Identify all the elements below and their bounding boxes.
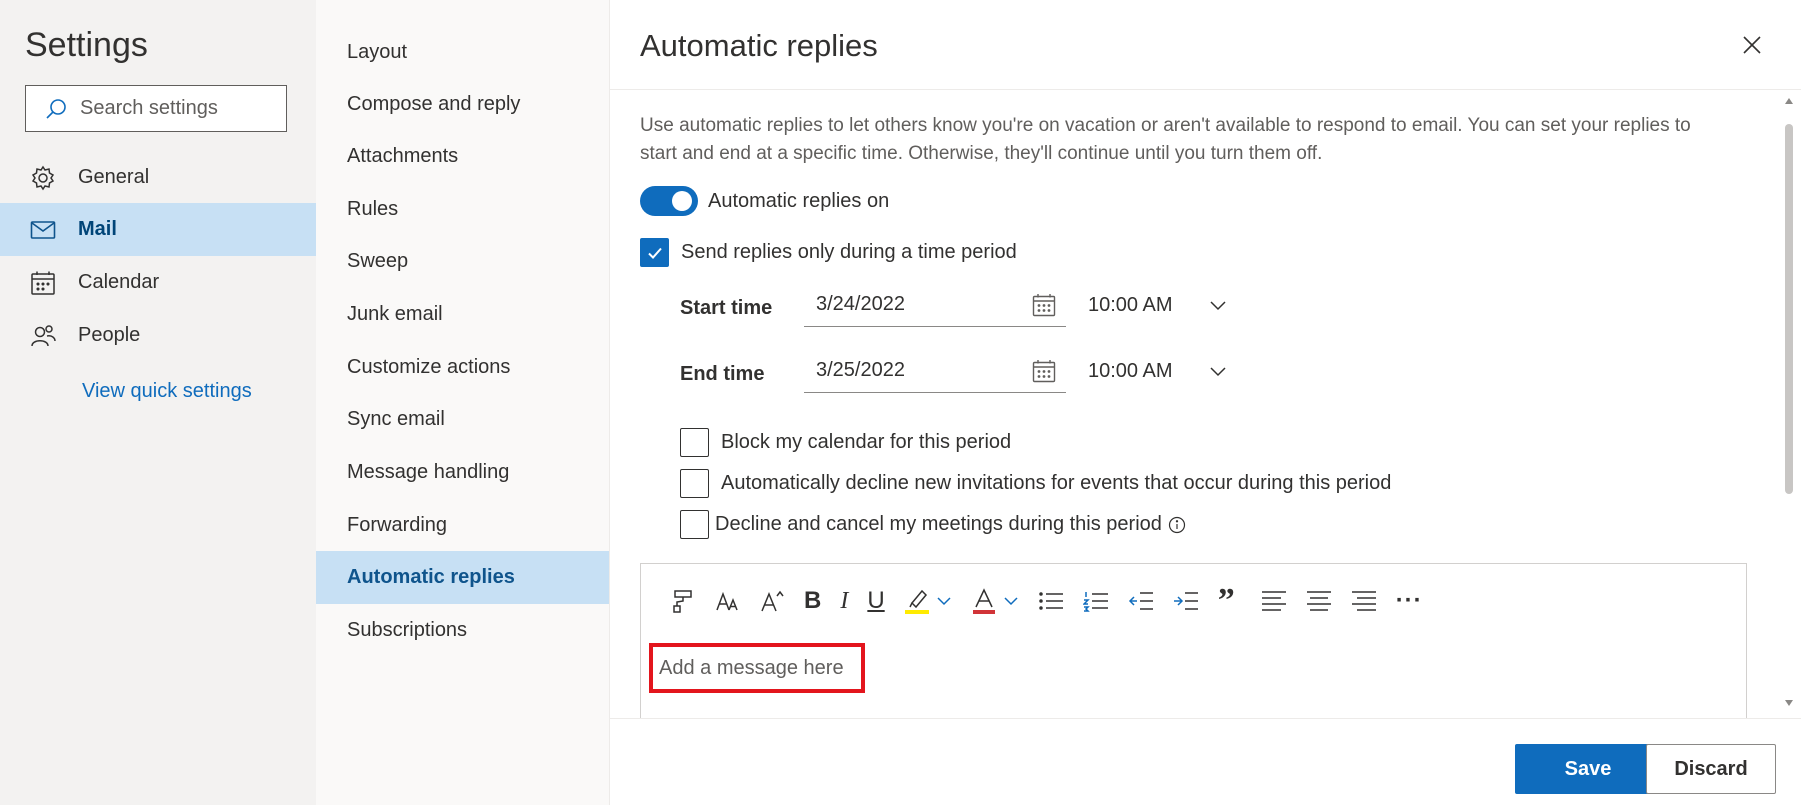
start-time-value: 10:00 AM [1088, 293, 1173, 316]
time-period-row: Send replies only during a time period [640, 238, 1017, 267]
calendar-icon [28, 270, 58, 296]
subnav-sync-email[interactable]: Sync email [316, 393, 609, 446]
nav-calendar-label: Calendar [78, 271, 160, 293]
decline-invitations-checkbox[interactable] [680, 469, 709, 498]
mail-subnav: Layout Compose and reply Attachments Rul… [316, 0, 610, 805]
subnav-subscriptions[interactable]: Subscriptions [316, 604, 609, 657]
quote-icon[interactable]: ” [1218, 582, 1235, 620]
panel-scrollbar[interactable] [1782, 92, 1796, 712]
block-calendar-row: Block my calendar for this period [680, 428, 1011, 457]
end-time-label: End time [680, 363, 765, 385]
panel-footer: Save Discard [610, 718, 1801, 805]
align-left-icon[interactable] [1261, 582, 1287, 620]
subnav-attachments[interactable]: Attachments [316, 130, 609, 183]
subnav-customize-actions[interactable]: Customize actions [316, 341, 609, 394]
message-input[interactable]: Add a message here [649, 643, 865, 693]
calendar-picker-icon[interactable] [1032, 293, 1056, 317]
subnav-rules[interactable]: Rules [316, 183, 609, 236]
font-color-dropdown-icon[interactable] [1003, 582, 1019, 620]
highlight-dropdown-icon[interactable] [936, 582, 952, 620]
gear-icon [28, 165, 58, 191]
align-right-icon[interactable] [1351, 582, 1377, 620]
nav-mail[interactable]: Mail [0, 203, 316, 256]
time-period-label: Send replies only during a time period [681, 241, 1017, 263]
end-date-field[interactable]: 3/25/2022 [804, 349, 1066, 393]
nav-mail-label: Mail [78, 218, 117, 240]
block-calendar-label: Block my calendar for this period [721, 431, 1012, 453]
search-settings-box[interactable] [25, 85, 287, 132]
view-quick-settings-link[interactable]: View quick settings [82, 380, 252, 403]
checkmark-icon [647, 247, 662, 259]
settings-sidebar: Settings General Mail [0, 0, 316, 805]
nav-general[interactable]: General [0, 151, 316, 204]
search-input[interactable] [80, 97, 270, 120]
start-time-dropdown[interactable]: 10:00 AM [1088, 283, 1227, 327]
font-icon[interactable] [714, 582, 740, 620]
decline-invitations-label: Automatically decline new invitations fo… [721, 472, 1392, 494]
scrollbar-thumb[interactable] [1785, 124, 1793, 494]
italic-icon[interactable]: I [840, 582, 848, 620]
decline-meetings-label: Decline and cancel my meetings during th… [715, 513, 1162, 535]
start-date-value: 3/24/2022 [816, 293, 905, 315]
end-date-value: 3/25/2022 [816, 359, 905, 381]
underline-icon[interactable]: U [867, 582, 884, 620]
message-editor: B I U ” ··· Add a message here [640, 563, 1747, 723]
formatting-toolbar: B I U ” ··· [669, 582, 1442, 620]
font-size-icon[interactable] [759, 582, 785, 620]
close-button[interactable] [1737, 30, 1767, 60]
subnav-junk-email[interactable]: Junk email [316, 288, 609, 341]
start-date-field[interactable]: 3/24/2022 [804, 283, 1066, 327]
nav-general-label: General [78, 166, 150, 188]
search-icon [46, 98, 66, 119]
bold-icon[interactable]: B [804, 582, 821, 620]
decline-meetings-checkbox[interactable] [680, 510, 709, 539]
increase-indent-icon[interactable] [1173, 582, 1199, 620]
end-time-dropdown[interactable]: 10:00 AM [1088, 349, 1227, 393]
subnav-message-handling[interactable]: Message handling [316, 446, 609, 499]
start-time-label: Start time [680, 297, 773, 319]
page-title: Automatic replies [640, 28, 878, 63]
subnav-compose-and-reply[interactable]: Compose and reply [316, 78, 609, 131]
highlight-icon[interactable] [904, 582, 930, 620]
automatic-replies-toggle[interactable] [640, 186, 698, 216]
time-period-checkbox[interactable] [640, 238, 669, 267]
align-center-icon[interactable] [1306, 582, 1332, 620]
close-icon [1743, 36, 1761, 54]
decrease-indent-icon[interactable] [1128, 582, 1154, 620]
subnav-sweep[interactable]: Sweep [316, 235, 609, 288]
decline-meetings-row: Decline and cancel my meetings during th… [680, 510, 1186, 539]
subnav-forwarding[interactable]: Forwarding [316, 499, 609, 552]
decline-invitations-row: Automatically decline new invitations fo… [680, 469, 1391, 498]
people-icon [28, 323, 58, 349]
info-icon[interactable] [1168, 516, 1186, 534]
discard-button[interactable]: Discard [1646, 744, 1776, 794]
nav-calendar[interactable]: Calendar [0, 256, 316, 309]
end-time-value: 10:00 AM [1088, 359, 1173, 382]
mail-icon [28, 220, 58, 240]
automatic-replies-panel: Automatic replies Use automatic replies … [610, 0, 1801, 805]
settings-title: Settings [25, 26, 148, 64]
chevron-down-icon [1209, 301, 1226, 311]
calendar-picker-icon[interactable] [1032, 359, 1056, 383]
subnav-layout[interactable]: Layout [316, 26, 609, 79]
automatic-replies-toggle-row: Automatic replies on [640, 186, 889, 216]
more-options-icon[interactable]: ··· [1396, 582, 1423, 620]
subnav-automatic-replies[interactable]: Automatic replies [316, 551, 609, 604]
save-button[interactable]: Save [1515, 744, 1661, 794]
bullets-icon[interactable] [1038, 582, 1064, 620]
nav-people[interactable]: People [0, 309, 316, 362]
chevron-down-icon [1209, 367, 1226, 377]
block-calendar-checkbox[interactable] [680, 428, 709, 457]
font-color-icon[interactable] [971, 582, 997, 620]
toggle-label: Automatic replies on [708, 189, 890, 212]
panel-header: Automatic replies [610, 0, 1801, 90]
nav-people-label: People [78, 324, 141, 346]
description-text: Use automatic replies to let others know… [640, 115, 1691, 164]
numbering-icon[interactable] [1082, 582, 1109, 620]
format-painter-icon[interactable] [669, 582, 695, 620]
